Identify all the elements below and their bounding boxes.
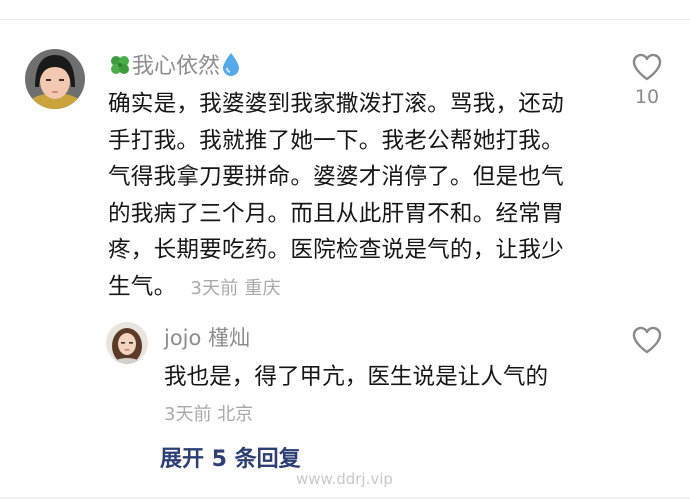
comment-username-label: 我心依然 [132, 54, 221, 79]
comment-line: 气得我拿刀要拼命。婆婆才消停了。但是也气 [108, 164, 564, 190]
comment-line-text: 生气。 [108, 273, 177, 300]
reply-meta: 3天前 北京 [164, 400, 253, 426]
comment-line: 手打我。我就推了她一下。我老公帮她打我。 [108, 127, 564, 154]
comment-time: 3天前 [190, 277, 239, 299]
like-count: 10 [634, 86, 660, 108]
four-leaf-clover-icon [108, 53, 132, 83]
reply-time: 3天前 [164, 404, 212, 425]
expand-replies-button[interactable]: 展开 5 条回复 [160, 441, 301, 473]
reply-location: 北京 [217, 404, 254, 425]
top-divider [0, 19, 690, 20]
comment-line: 的我病了三个月。而且从此肝胃不和。经常胃 [108, 200, 564, 227]
comment-meta: 3天前 重庆 [190, 278, 280, 299]
comment-line-last: 生气。 3天前 重庆 [108, 269, 598, 308]
reply-username[interactable]: jojo 槿灿 [164, 322, 250, 352]
reply-text: 我也是，得了甲亢，医生说是让人气的 [164, 364, 549, 390]
comment-line: 疼，长期要吃药。医院检查说是气的，让我少 [108, 237, 564, 263]
avatar[interactable] [25, 49, 85, 109]
water-drop-icon [220, 51, 242, 83]
reply-avatar[interactable] [106, 322, 148, 364]
heart-outline-icon [632, 326, 662, 354]
heart-outline-icon [632, 53, 662, 81]
comment-username[interactable]: 我心依然 [108, 48, 242, 83]
comment-text: 确实是，我婆婆到我家撒泼打滚。骂我，还动 手打我。我就推了她一下。我老公帮她打我… [108, 86, 598, 307]
reply-like-button[interactable] [629, 325, 665, 355]
comment-location: 重庆 [244, 277, 281, 299]
comment-line: 确实是，我婆婆到我家撒泼打滚。骂我，还动 [108, 91, 564, 117]
like-button[interactable]: 10 [625, 52, 669, 108]
watermark: www.ddrj.vip [296, 470, 393, 488]
